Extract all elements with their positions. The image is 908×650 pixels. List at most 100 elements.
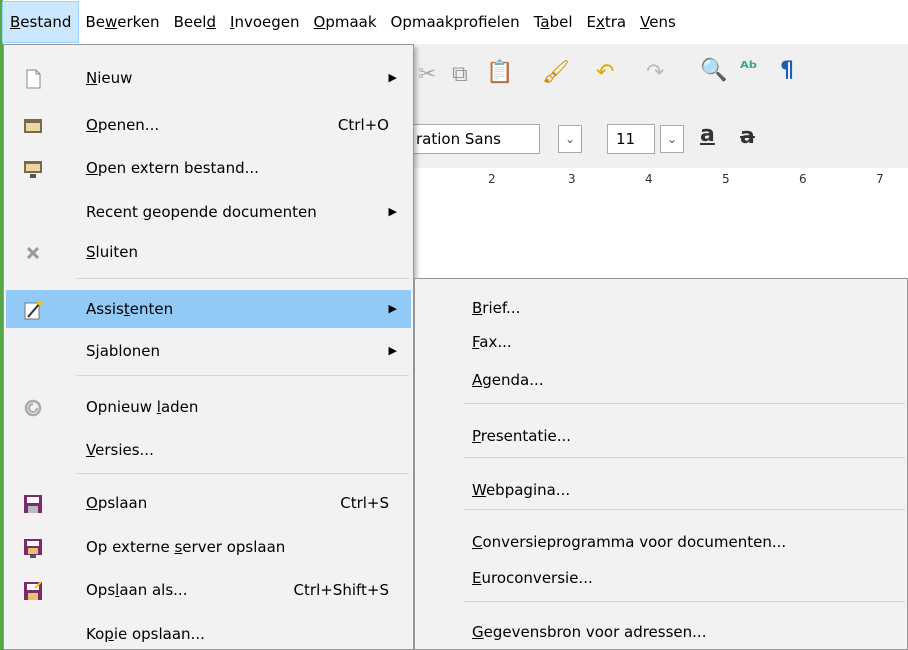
menu-invoegen[interactable]: Invoegen: [223, 2, 306, 42]
submenu-item-label: Webpagina...: [472, 481, 571, 499]
menu-item-opnieuw-laden[interactable]: Opnieuw laden: [6, 388, 411, 426]
menu-item-open-extern-bestand[interactable]: Open extern bestand...: [6, 149, 411, 187]
menu-separator: [463, 403, 905, 404]
submenu-item-label: Conversieprogramma voor documenten...: [472, 533, 787, 551]
menu-bewerken[interactable]: Bewerken: [78, 2, 166, 42]
submenu-item-webpagina[interactable]: Webpagina...: [415, 473, 905, 507]
shortcut-label: Ctrl+Shift+S: [293, 581, 389, 599]
menu-beeld[interactable]: Beeld: [167, 2, 223, 42]
menu-opmaakprofielen[interactable]: Opmaakprofielen: [384, 2, 527, 42]
wizard-icon: [22, 299, 44, 321]
menu-item-kopie-opslaan[interactable]: Kopie opslaan...: [6, 615, 411, 650]
submenu-arrow-icon: ▶: [388, 344, 397, 357]
submenu-item-label: Gegevensbron voor adressen...: [472, 623, 707, 641]
menu-item-label: Opslaan: [86, 494, 148, 512]
menu-item-label: Opnieuw laden: [86, 398, 199, 416]
submenu-item-conversieprogramma-voor-documenten[interactable]: Conversieprogramma voor documenten...: [415, 525, 905, 559]
writer-window: Bestand Bewerken Beeld Invoegen Opmaak Opmaak…: [0, 0, 908, 650]
ruler-number: 5: [722, 172, 730, 186]
ruler-number: 4: [645, 172, 653, 186]
menu-extra[interactable]: Extra: [579, 2, 633, 42]
submenu-arrow-icon: ▶: [388, 71, 397, 84]
menu-item-label: Versies...: [86, 441, 154, 459]
strikethrough-icon[interactable]: a: [740, 124, 755, 149]
ruler-number: 2: [488, 172, 496, 186]
menu-item-label: Opslaan als...: [86, 581, 188, 599]
menu-tabel[interactable]: Tabel: [527, 2, 580, 42]
spelling-icon[interactable]: ᴬᵇ: [740, 58, 757, 79]
submenu-item-fax[interactable]: Fax...: [415, 325, 905, 359]
menu-item-assistenten[interactable]: Assistenten ▶: [6, 290, 411, 328]
menu-item-recent-geopende-documenten[interactable]: Recent geopende documenten ▶: [6, 193, 411, 231]
submenu-item-presentatie[interactable]: Presentatie...: [415, 419, 905, 453]
remote-folder-icon: [22, 158, 44, 180]
font-name-dropdown-icon[interactable]: ⌄: [558, 125, 582, 153]
underline-icon[interactable]: a: [700, 122, 715, 147]
font-name-box[interactable]: ration Sans: [405, 124, 540, 154]
menu-item-opslaan[interactable]: Opslaan Ctrl+S: [6, 484, 411, 522]
menu-item-label: Assistenten: [86, 300, 174, 318]
menu-item-opslaan-als[interactable]: Opslaan als... Ctrl+Shift+S: [6, 571, 411, 609]
find-replace-icon[interactable]: 🔍: [700, 58, 727, 83]
menu-item-label: Recent geopende documenten: [86, 203, 317, 221]
submenu-item-label: Agenda...: [472, 371, 544, 389]
wizards-submenu: Brief... Fax... Agenda... Presentatie... Web…: [414, 278, 908, 650]
undo-icon[interactable]: ↶: [596, 60, 614, 85]
paste-icon[interactable]: 📋: [486, 60, 513, 85]
menubar: Bestand Bewerken Beeld Invoegen Opmaak Opmaak…: [1, 0, 908, 44]
menu-separator: [76, 473, 409, 474]
menu-separator: [463, 601, 905, 602]
ruler-number: 6: [799, 172, 807, 186]
ruler[interactable]: [400, 168, 908, 209]
menu-bestand[interactable]: Bestand: [1, 1, 80, 43]
submenu-item-gegevensbron-voor-adressen[interactable]: Gegevensbron voor adressen...: [415, 615, 905, 649]
formatting-marks-icon[interactable]: ¶: [780, 58, 794, 83]
font-size-box[interactable]: 11: [607, 124, 655, 154]
save-as-icon: [22, 580, 44, 602]
clone-formatting-icon[interactable]: 🖌: [542, 60, 570, 85]
menu-item-label: Kopie opslaan...: [86, 625, 205, 643]
menu-item-sjablonen[interactable]: Sjablonen ▶: [6, 332, 411, 370]
close-icon: [22, 242, 44, 264]
menu-separator: [463, 457, 905, 458]
menu-item-label: Sluiten: [86, 243, 138, 261]
menu-separator: [463, 509, 905, 510]
submenu-item-label: Brief...: [472, 299, 521, 317]
menu-item-sluiten[interactable]: Sluiten: [6, 233, 411, 271]
font-size-dropdown-icon[interactable]: ⌄: [660, 125, 684, 153]
reload-icon: [22, 397, 44, 419]
submenu-item-brief[interactable]: Brief...: [415, 291, 905, 325]
submenu-arrow-icon: ▶: [388, 205, 397, 218]
menu-item-label: Nieuw: [86, 69, 133, 87]
standard-toolbar: ✂ ⧉ 📋 🖌 ↶ ↷ 🔍 ᴬᵇ ¶: [400, 44, 908, 110]
menu-opmaak[interactable]: Opmaak: [307, 2, 384, 42]
submenu-item-euroconversie[interactable]: Euroconversie...: [415, 561, 905, 595]
submenu-item-label: Euroconversie...: [472, 569, 593, 587]
shortcut-label: Ctrl+O: [337, 116, 389, 134]
copy-icon[interactable]: ⧉: [452, 62, 468, 87]
ruler-number: 7: [876, 172, 884, 186]
menu-item-label: Open extern bestand...: [86, 159, 259, 177]
menu-item-versies[interactable]: Versies...: [6, 431, 411, 469]
redo-icon[interactable]: ↷: [646, 60, 664, 85]
menu-item-op-externe-server-opslaan[interactable]: Op externe server opslaan: [6, 528, 411, 566]
cut-icon[interactable]: ✂: [418, 62, 436, 87]
menu-item-nieuw[interactable]: Nieuw ▶: [6, 59, 411, 97]
submenu-item-agenda[interactable]: Agenda...: [415, 363, 905, 397]
menu-separator: [76, 278, 409, 279]
shortcut-label: Ctrl+S: [340, 494, 389, 512]
save-remote-icon: [22, 537, 44, 559]
menu-item-openen[interactable]: Openen... Ctrl+O: [6, 106, 411, 144]
menu-item-label: Openen...: [86, 116, 160, 134]
menu-item-label: Sjablonen: [86, 342, 161, 360]
save-icon: [22, 493, 44, 515]
menu-item-label: Op externe server opslaan: [86, 538, 286, 556]
file-menu: Nieuw ▶ Openen... Ctrl+O Open extern bestand…: [3, 44, 414, 650]
submenu-item-label: Fax...: [472, 333, 512, 351]
submenu-arrow-icon: ▶: [388, 302, 397, 315]
submenu-item-label: Presentatie...: [472, 427, 572, 445]
menu-vens[interactable]: Vens: [633, 2, 683, 42]
new-document-icon: [22, 68, 44, 90]
ruler-number: 3: [568, 172, 576, 186]
folder-open-icon: [22, 115, 44, 137]
